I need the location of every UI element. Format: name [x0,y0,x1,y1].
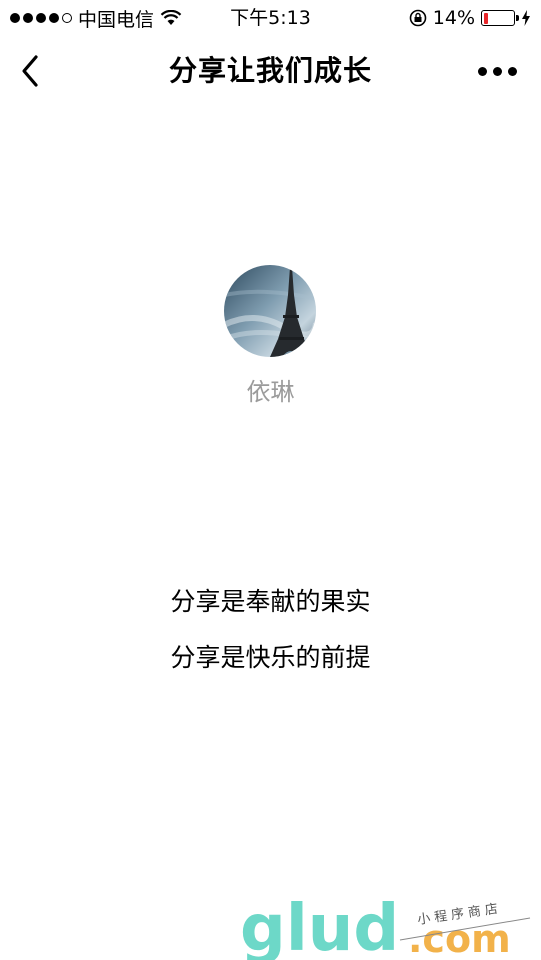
more-button[interactable] [467,46,527,96]
charging-icon [522,10,530,26]
battery-percent: 14% [432,7,475,29]
more-dot-icon [477,66,487,76]
eiffel-tower-photo [224,265,316,357]
status-bar: 中国电信 下午5:13 14% [0,0,541,36]
rotation-lock-icon [409,9,427,27]
watermark-logo: glud .com 小程序商店 [240,892,531,960]
back-button[interactable] [8,46,52,96]
watermark-brand: glud [240,892,399,960]
battery-icon [481,10,519,26]
page-title: 分享让我们成长 [168,54,372,87]
chevron-left-icon [22,55,38,87]
avatar[interactable] [224,265,316,357]
more-dot-icon [507,66,517,76]
status-right: 14% [409,0,531,36]
username: 依琳 [246,378,295,406]
quote-line-1: 分享是奉献的果实 [170,587,371,616]
quote-line-2: 分享是快乐的前提 [170,643,371,672]
nav-bar: 分享让我们成长 [0,36,541,106]
more-dot-icon [492,66,502,76]
battery-level [483,12,488,24]
